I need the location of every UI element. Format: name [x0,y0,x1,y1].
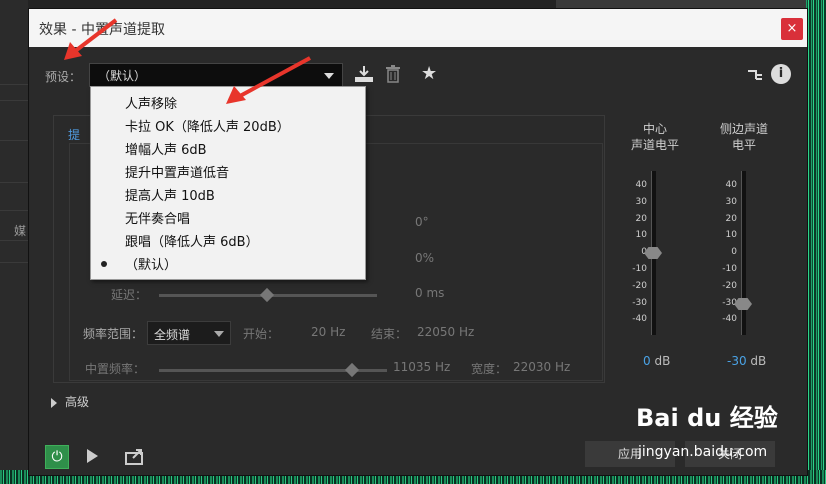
frequency-range-dropdown[interactable]: 全频谱 [147,321,231,345]
export-icon[interactable] [125,447,145,465]
waveform-right [806,0,826,484]
start-label: 开始： [243,327,280,341]
menu-item-selected[interactable]: （默认） [125,254,177,273]
center-meter-title-line1: 中心 [642,122,667,136]
divider [0,100,28,101]
preset-selected-value: （默认） [98,69,147,83]
divider [0,84,28,85]
delay-value: 0 ms [415,286,445,300]
center-meter-readout[interactable]: 0 dB [643,354,670,368]
play-icon[interactable] [87,449,98,463]
info-icon[interactable]: i [771,64,791,84]
background-media-label: 媒 [14,224,27,238]
side-meter-readout[interactable]: -30 dB [727,354,766,368]
background-sidebar [0,0,28,484]
side-meter-scale: 40 30 20 10 0 -10 -20 -30 -40 [722,180,737,325]
watermark-brand: Bai du 经验 [636,404,778,432]
annotation-arrow [64,18,118,60]
center-meter-scale: 40 30 20 10 0 -10 -20 -30 -40 [632,180,647,325]
divider [0,182,28,183]
menu-item[interactable]: 人声移除 [125,93,177,112]
side-meter-track[interactable] [741,171,746,335]
star-icon[interactable]: ★ [421,64,441,84]
side-meter-title-line2: 电平 [731,138,756,152]
preset-dropdown-menu: 人声移除 卡拉 OK（降低人声 20dB） 增幅人声 6dB 提升中置声道低音 … [90,86,366,280]
phase-value: 0° [415,215,429,229]
center-meter-title: 中心 声道电平 [623,121,687,153]
start-value[interactable]: 20 Hz [311,325,345,339]
dialog-titlebar[interactable]: 效果 - 中置声道提取 × [29,9,807,47]
routing-icon[interactable] [747,67,763,83]
chevron-down-icon [214,331,224,337]
menu-item[interactable]: 增幅人声 6dB [125,139,207,158]
baidu-watermark: Bai du 经验 jingyan.baidu.com [636,398,796,464]
watermark-url: jingyan.baidu.com [638,444,768,460]
delay-label: 延迟： [111,288,148,302]
advanced-label: 高级 [65,395,90,409]
preset-label: 预设： [45,70,82,84]
width-label: 宽度： [471,362,508,376]
frequency-range-label: 频率范围： [83,327,144,341]
menu-item[interactable]: 跟唱（降低人声 6dB） [125,231,259,250]
divider [0,140,28,141]
menu-item[interactable]: 提高人声 10dB [125,185,215,204]
dialog-close-button[interactable]: × [781,18,803,40]
divider [0,210,28,211]
chevron-right-icon [51,397,57,408]
end-label: 结束： [371,327,408,341]
end-value[interactable]: 22050 Hz [417,325,474,339]
annotation-arrow [226,56,311,104]
divider [0,262,28,263]
menu-item[interactable]: 卡拉 OK（降低人声 20dB） [125,116,290,135]
side-meter-title: 侧边声道 电平 [709,121,779,153]
menu-item[interactable]: 提升中置声道低音 [125,162,229,181]
power-button[interactable]: ⏻ [45,445,69,469]
chevron-down-icon [324,73,334,79]
divider [0,240,28,241]
selected-bullet-icon [101,261,107,267]
side-meter-title-line1: 侧边声道 [719,122,768,136]
background-toolbar [556,0,826,8]
advanced-toggle[interactable]: 高级 [51,393,89,410]
amount-value: 0% [415,251,435,265]
center-frequency-value[interactable]: 11035 Hz [393,360,450,374]
download-icon[interactable] [354,65,374,83]
width-value[interactable]: 22030 Hz [513,360,570,374]
tab-extract[interactable]: 提 [68,126,80,143]
trash-icon[interactable] [385,65,401,83]
frequency-range-selected: 全频谱 [154,328,191,342]
center-frequency-label: 中置频率： [85,362,146,376]
menu-item[interactable]: 无伴奏合唱 [125,208,190,227]
center-meter-title-line2: 声道电平 [630,138,679,152]
